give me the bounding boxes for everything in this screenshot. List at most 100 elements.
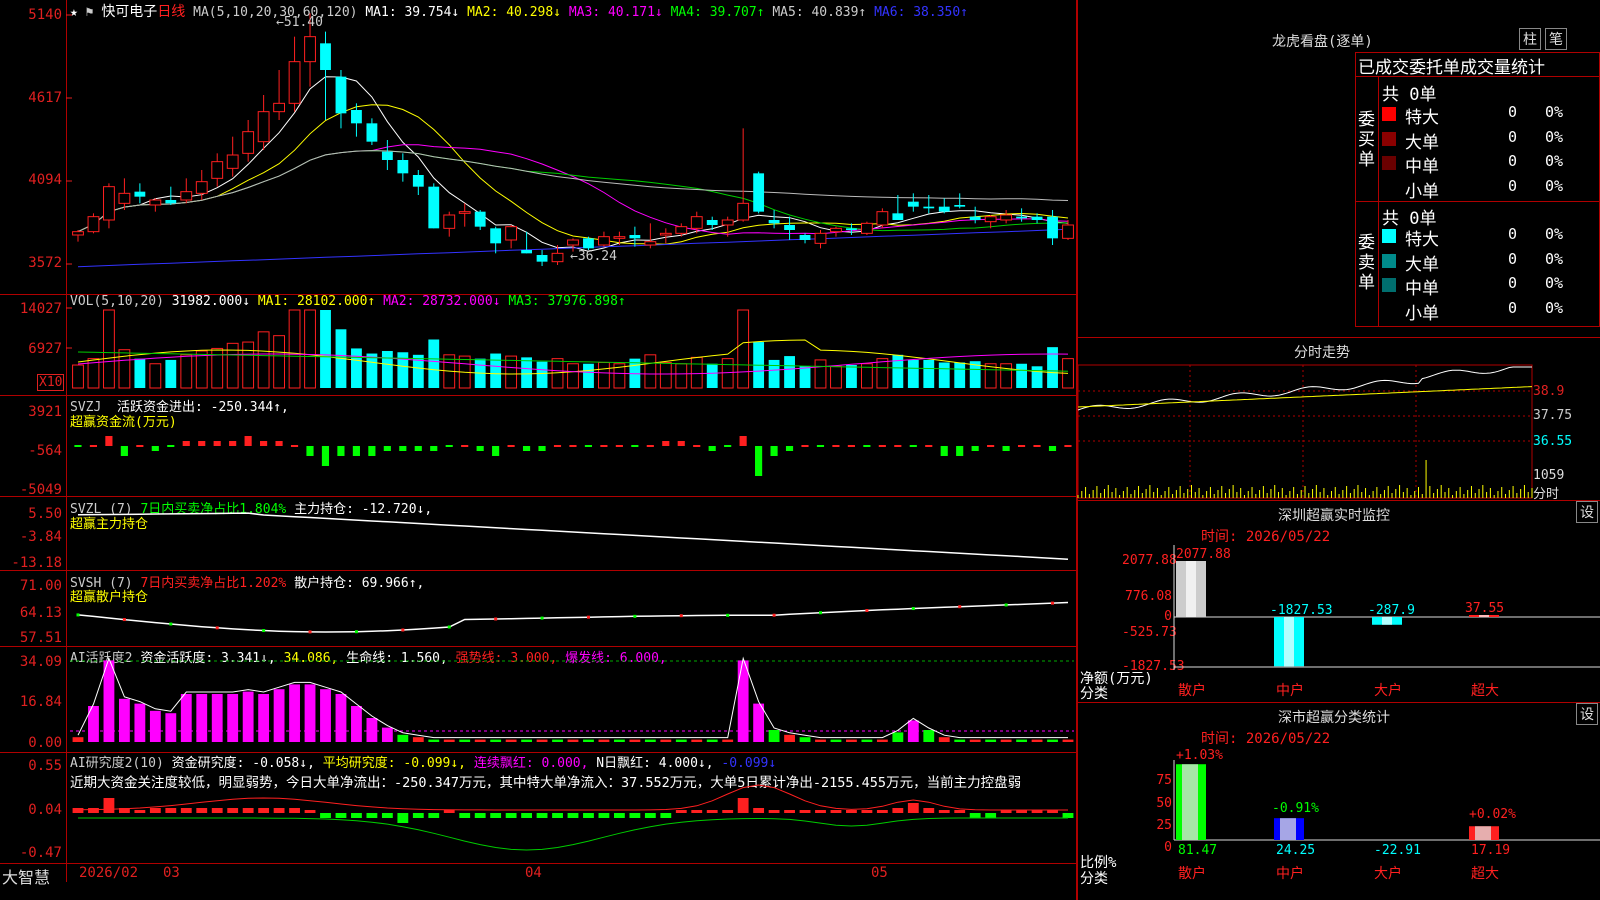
candle — [690, 216, 703, 229]
ma-line — [77, 150, 1069, 233]
activity-bar — [629, 739, 641, 742]
classstat-value-label: 17.19 — [1471, 843, 1510, 858]
monitor-bar — [1372, 617, 1402, 625]
research-bar — [923, 808, 935, 813]
candle — [412, 175, 424, 187]
monitor-ytick: 0 — [1164, 609, 1172, 624]
legend-swatch — [1382, 302, 1396, 317]
retail-hold-dot — [122, 618, 126, 622]
monitor-category: 超大 — [1471, 683, 1499, 699]
monitor-bar-highlight — [1284, 617, 1294, 667]
candle — [737, 202, 750, 221]
flow-bar — [600, 445, 608, 447]
research-bar — [304, 810, 316, 813]
legend-swatch — [1382, 278, 1396, 292]
activity-bar — [613, 739, 625, 742]
flow-bar — [770, 446, 778, 456]
bar-view-button[interactable]: 柱 — [1519, 28, 1541, 50]
activity-bar — [521, 739, 533, 742]
classstat-change-label: +1.03% — [1176, 748, 1223, 763]
candle — [984, 216, 997, 223]
candle — [1016, 216, 1028, 219]
research-bar — [876, 810, 888, 813]
kline-chart-canvas[interactable]: ←51.40 ←36.24 — [0, 0, 1076, 900]
candle — [799, 235, 811, 240]
flow-bar — [584, 445, 593, 447]
activity-bar — [149, 710, 161, 742]
retail-hold-dot — [633, 614, 637, 618]
volume-bar — [195, 350, 208, 389]
activity-bar — [227, 694, 239, 742]
tick-view-button[interactable]: 笔 — [1545, 28, 1567, 50]
flow-bar — [785, 446, 794, 451]
activity-bar — [706, 739, 718, 742]
monitor-bar-highlight — [1186, 561, 1196, 617]
candle — [226, 154, 239, 169]
classstat-value-label: -22.91 — [1374, 843, 1421, 858]
activity-bar — [196, 694, 208, 742]
monitor-settings-button[interactable]: 设 — [1576, 501, 1598, 523]
flow-bar — [631, 445, 639, 447]
lhb-row-value: 0 — [1508, 249, 1518, 268]
research-bar — [892, 808, 904, 813]
candle — [87, 216, 100, 233]
retail-hold-dot — [865, 609, 869, 613]
lhb-row-name: 中单 — [1405, 157, 1439, 177]
research-bar — [691, 810, 703, 813]
retail-hold-dot — [772, 613, 776, 617]
research-bar — [969, 813, 981, 818]
research-bar — [722, 810, 734, 813]
candle — [288, 61, 301, 104]
activity-bar — [180, 694, 192, 742]
activity-bar — [675, 739, 687, 742]
research-green-line — [78, 817, 1068, 851]
research-bar — [428, 813, 440, 818]
candle — [1031, 216, 1043, 220]
lhb-row-value: 0 — [1508, 127, 1518, 146]
candle — [397, 160, 409, 174]
activity-bar — [907, 720, 919, 742]
candle — [1047, 216, 1058, 239]
flow-bar — [863, 445, 871, 447]
research-bar — [381, 813, 393, 818]
classstat-title: 深市超赢分类统计 — [1278, 710, 1390, 726]
volume-bar — [134, 358, 146, 388]
research-bar — [1062, 813, 1074, 818]
research-bar — [583, 813, 594, 818]
flow-bar — [925, 445, 933, 447]
flow-bar — [120, 446, 128, 456]
classstat-settings-button[interactable]: 设 — [1576, 703, 1598, 725]
candle — [304, 36, 316, 63]
volume-bar — [257, 331, 270, 389]
activity-bar — [72, 737, 84, 742]
research-bar — [149, 808, 161, 813]
activity-bar — [830, 739, 842, 742]
legend-swatch — [1382, 229, 1396, 243]
lhb-row-name: 中单 — [1405, 279, 1439, 299]
candle — [644, 241, 657, 246]
activity-bar — [351, 706, 362, 742]
research-bar — [815, 810, 826, 813]
research-bar — [351, 813, 362, 818]
classstat-value-label: 24.25 — [1276, 843, 1315, 858]
volume-bar — [814, 359, 827, 389]
flow-bar — [538, 446, 546, 451]
ma-line — [77, 76, 1069, 252]
activity-bar — [211, 694, 223, 742]
volume-bar — [1000, 363, 1013, 389]
volume-bar — [103, 309, 115, 389]
fenshi-avg-line — [1077, 386, 1533, 408]
candle — [536, 255, 548, 262]
volume-bar — [690, 356, 703, 389]
volume-bar — [598, 361, 610, 389]
monitor-value-label: -1827.53 — [1270, 603, 1333, 618]
research-bar — [459, 813, 471, 818]
monitor-time: 时间: 2026/05/22 — [1201, 529, 1331, 545]
classstat-category: 中户 — [1276, 865, 1304, 882]
monitor-ytick: 776.08 — [1125, 589, 1172, 604]
flow-bar — [337, 446, 345, 456]
flow-bar — [461, 445, 469, 447]
candle — [195, 181, 208, 194]
research-bar — [443, 810, 455, 813]
flow-bar — [507, 445, 515, 447]
